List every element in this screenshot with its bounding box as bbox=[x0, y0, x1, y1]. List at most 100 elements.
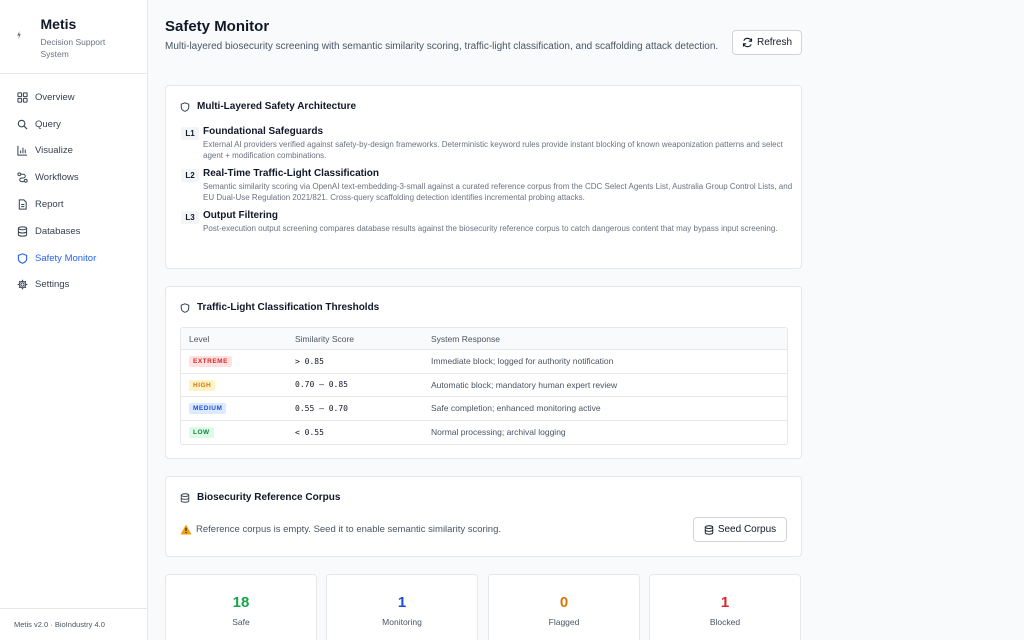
sidebar-item-settings[interactable]: Settings bbox=[0, 272, 147, 299]
stat-card-blocked: 1 Blocked bbox=[649, 574, 801, 640]
stat-value: 0 bbox=[559, 594, 569, 611]
stat-label: Flagged bbox=[548, 617, 580, 627]
response-cell: Safe completion; enhanced monitoring act… bbox=[431, 403, 601, 414]
column-header-level: Level bbox=[189, 333, 210, 344]
sidebar-item-label: Databases bbox=[35, 225, 81, 237]
sidebar-item-label: Overview bbox=[35, 91, 75, 103]
corpus-card-header: Biosecurity Reference Corpus bbox=[166, 477, 801, 503]
sidebar-item-label: Workflows bbox=[35, 172, 79, 184]
table-row: MEDIUM 0.55 – 0.70 Safe completion; enha… bbox=[181, 397, 787, 421]
sidebar-item-label: Report bbox=[35, 199, 64, 211]
layer-item: L2 Real-Time Traffic-Light Classificatio… bbox=[166, 168, 801, 203]
layer-title: Real-Time Traffic-Light Classification bbox=[203, 168, 379, 179]
architecture-card-header: Multi-Layered Safety Architecture bbox=[166, 86, 801, 112]
sidebar-item-databases[interactable]: Databases bbox=[0, 218, 147, 245]
layer-description: Post-execution output screening compares… bbox=[203, 224, 778, 233]
sidebar-item-safety-monitor[interactable]: Safety Monitor bbox=[0, 245, 147, 272]
level-badge-extreme: EXTREME bbox=[189, 356, 232, 368]
layer-title: Foundational Safeguards bbox=[203, 126, 324, 137]
logo-icon bbox=[16, 30, 32, 43]
thresholds-card-title: Traffic-Light Classification Thresholds bbox=[197, 302, 380, 313]
stat-card-safe: 18 Safe bbox=[165, 574, 317, 640]
thresholds-table: Level Similarity Score System Response E… bbox=[180, 327, 788, 445]
corpus-card: Biosecurity Reference Corpus Reference c… bbox=[165, 476, 802, 557]
column-header-similarity-score: Similarity Score bbox=[295, 333, 355, 344]
stat-label: Safe bbox=[232, 617, 250, 627]
table-row: HIGH 0.70 – 0.85 Automatic block; mandat… bbox=[181, 374, 787, 397]
level-badge-medium: MEDIUM bbox=[189, 403, 227, 415]
stat-card-monitoring: 1 Monitoring bbox=[326, 574, 478, 640]
document-icon bbox=[18, 199, 27, 210]
sidebar-item-report[interactable]: Report bbox=[0, 191, 147, 218]
layer-description: Semantic similarity scoring via OpenAI t… bbox=[203, 182, 793, 202]
score-cell: > 0.85 bbox=[295, 356, 324, 366]
seed-corpus-button[interactable]: Seed Corpus bbox=[693, 517, 787, 542]
response-cell: Normal processing; archival logging bbox=[431, 427, 566, 438]
main-content: Safety Monitor Multi-layered biosecurity… bbox=[148, 0, 1024, 640]
architecture-card-title: Multi-Layered Safety Architecture bbox=[197, 101, 357, 112]
database-icon bbox=[17, 226, 28, 237]
refresh-button[interactable]: Refresh bbox=[732, 30, 802, 55]
sidebar-item-label: Safety Monitor bbox=[35, 252, 97, 264]
brand-name: Metis bbox=[40, 16, 77, 32]
shield-icon bbox=[180, 302, 190, 313]
table-row: EXTREME > 0.85 Immediate block; logged f… bbox=[181, 350, 787, 374]
sidebar-nav: Overview Query Visualize Workflows Repor… bbox=[0, 74, 147, 298]
level-badge-high: HIGH bbox=[189, 379, 216, 391]
corpus-card-title: Biosecurity Reference Corpus bbox=[197, 492, 341, 503]
grid-icon bbox=[17, 92, 28, 103]
column-header-system-response: System Response bbox=[431, 333, 500, 344]
database-icon bbox=[180, 492, 190, 503]
sidebar-item-query[interactable]: Query bbox=[0, 111, 147, 138]
sidebar: Metis Decision Support System Overview Q… bbox=[0, 0, 148, 640]
score-cell: 0.70 – 0.85 bbox=[295, 380, 348, 390]
stat-value: 1 bbox=[397, 594, 407, 611]
stat-value: 18 bbox=[232, 594, 250, 611]
page-title: Safety Monitor bbox=[165, 18, 270, 35]
layer-title: Output Filtering bbox=[203, 210, 278, 221]
sidebar-item-label: Settings bbox=[35, 279, 70, 291]
response-cell: Automatic block; mandatory human expert … bbox=[431, 379, 618, 390]
level-badge-low: LOW bbox=[189, 427, 214, 439]
sidebar-item-label: Visualize bbox=[35, 145, 73, 157]
thresholds-card-header: Traffic-Light Classification Thresholds bbox=[166, 287, 801, 313]
sidebar-item-visualize[interactable]: Visualize bbox=[0, 138, 147, 165]
thresholds-card: Traffic-Light Classification Thresholds … bbox=[165, 286, 802, 459]
layer-item: L1 Foundational Safeguards External AI p… bbox=[166, 126, 801, 161]
corpus-message-text: Reference corpus is empty. Seed it to en… bbox=[196, 524, 502, 535]
search-icon bbox=[17, 119, 28, 130]
refresh-icon bbox=[742, 37, 753, 48]
stat-label: Monitoring bbox=[382, 617, 422, 627]
layer-badge: L2 bbox=[181, 169, 199, 182]
warning-icon bbox=[180, 524, 192, 535]
shield-icon bbox=[17, 253, 28, 264]
brand-subtitle: Decision Support System bbox=[40, 37, 106, 59]
bar-chart-icon bbox=[17, 146, 28, 157]
layer-badge: L1 bbox=[181, 127, 199, 140]
refresh-button-label: Refresh bbox=[756, 37, 792, 48]
score-cell: < 0.55 bbox=[295, 427, 324, 437]
layer-badge: L3 bbox=[181, 211, 199, 224]
layer-description: External AI providers verified against s… bbox=[203, 140, 783, 160]
sidebar-item-label: Query bbox=[35, 118, 61, 130]
table-header-row: Level Similarity Score System Response bbox=[181, 328, 787, 350]
layer-item: L3 Output Filtering Post-execution outpu… bbox=[166, 210, 801, 234]
brand: Metis Decision Support System bbox=[0, 0, 147, 74]
page-description: Multi-layered biosecurity screening with… bbox=[165, 41, 719, 52]
stat-value: 1 bbox=[720, 594, 730, 611]
stat-card-flagged: 0 Flagged bbox=[488, 574, 640, 640]
architecture-card: Multi-Layered Safety Architecture L1 Fou… bbox=[165, 85, 802, 269]
stat-label: Blocked bbox=[709, 617, 741, 627]
shield-icon bbox=[180, 101, 190, 112]
corpus-status-message: Reference corpus is empty. Seed it to en… bbox=[180, 524, 501, 535]
workflow-icon bbox=[17, 172, 28, 183]
sidebar-footer: Metis v2.0 · BioIndustry 4.0 bbox=[0, 608, 148, 640]
sidebar-item-workflows[interactable]: Workflows bbox=[0, 164, 147, 191]
score-cell: 0.55 – 0.70 bbox=[295, 403, 348, 413]
database-icon bbox=[704, 524, 714, 535]
sidebar-item-overview[interactable]: Overview bbox=[0, 84, 147, 111]
gear-icon bbox=[17, 280, 28, 290]
seed-corpus-label: Seed Corpus bbox=[717, 524, 777, 535]
response-cell: Immediate block; logged for authority no… bbox=[431, 356, 614, 367]
table-row: LOW < 0.55 Normal processing; archival l… bbox=[181, 421, 787, 445]
